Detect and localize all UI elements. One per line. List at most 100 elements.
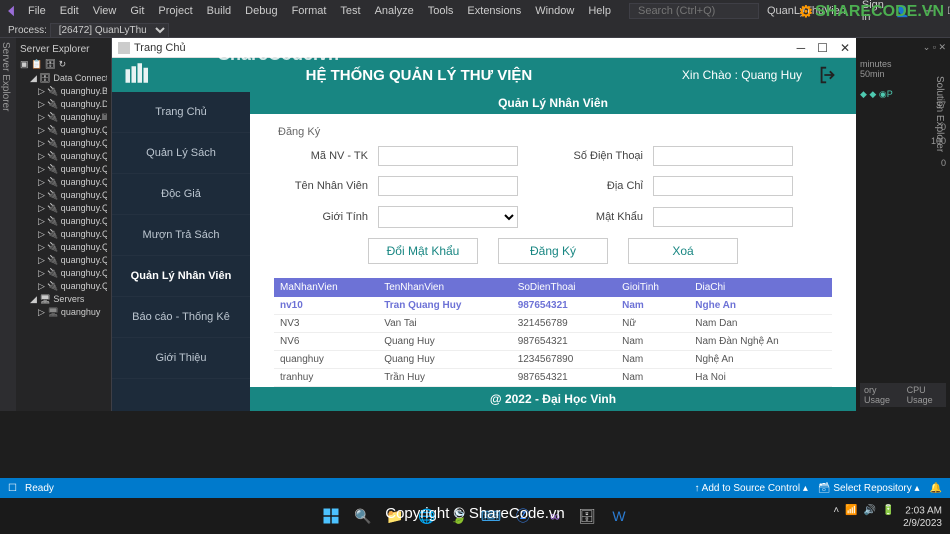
app-window-icon (118, 42, 130, 54)
table-header[interactable]: MaNhanVien (274, 278, 378, 297)
menu-test[interactable]: Test (334, 3, 366, 19)
menu-view[interactable]: View (87, 3, 123, 19)
menu-file[interactable]: File (22, 3, 52, 19)
vs-user-icon[interactable]: 👤 (896, 5, 910, 18)
start-button[interactable] (319, 504, 343, 528)
tree-item[interactable]: ▷ 🔌quanghuy.QLDeta (28, 124, 107, 137)
tree-item[interactable]: ▷ 🔌quanghuy.QLDeta (28, 137, 107, 150)
sidebar-item-4[interactable]: Quản Lý Nhân Viên (112, 256, 250, 297)
wifi-icon[interactable]: 📶 (845, 505, 857, 517)
menu-edit[interactable]: Edit (54, 3, 85, 19)
table-header[interactable]: TenNhanVien (378, 278, 512, 297)
input-sodt[interactable] (653, 146, 793, 166)
table-header[interactable]: DiaChi (689, 278, 832, 297)
menu-analyze[interactable]: Analyze (369, 3, 420, 19)
clock-time[interactable]: 2:03 AM (905, 506, 942, 517)
tray-chevron-icon[interactable]: ˄ (833, 505, 839, 517)
input-diachi[interactable] (653, 176, 793, 196)
table-header[interactable]: SoDienThoai (512, 278, 616, 297)
memory-cpu-tabs[interactable]: ory UsageCPU Usage (860, 383, 946, 407)
vscode-icon[interactable]: ⌨ (479, 504, 503, 528)
vs-maximize-button[interactable]: ☐ (946, 6, 950, 17)
input-manv[interactable] (378, 146, 518, 166)
tree-root-servers[interactable]: ◢ 🖥 Servers (20, 293, 107, 306)
tree-item[interactable]: ▷ 🔌quanghuy.QuanLy (28, 280, 107, 293)
input-tennv[interactable] (378, 176, 518, 196)
app-maximize-button[interactable]: ☐ (817, 41, 828, 55)
menu-window[interactable]: Window (529, 3, 580, 19)
visualstudio-icon[interactable]: ∞ (543, 504, 567, 528)
word-icon[interactable]: W (607, 504, 631, 528)
coccoc-icon[interactable]: 🍃 (447, 504, 471, 528)
menu-format[interactable]: Format (286, 3, 333, 19)
select-gioitinh[interactable] (378, 206, 518, 228)
tree-item[interactable]: ▷ 🔌quanghuy.QLThuv (28, 202, 107, 215)
menu-project[interactable]: Project (152, 3, 198, 19)
table-row[interactable]: NV6Quang Huy987654321NamNam Đàn Nghệ An (274, 333, 832, 351)
change-password-button[interactable]: Đổi Mật Khẩu (368, 238, 478, 264)
vs-search-input[interactable] (629, 3, 759, 19)
vs-signin-link[interactable]: Sign in (862, 0, 884, 23)
menu-debug[interactable]: Debug (239, 3, 283, 19)
battery-icon[interactable]: 🔋 (882, 505, 894, 517)
sidebar-item-6[interactable]: Giới Thiệu (112, 338, 250, 379)
table-row[interactable]: quanghuyQuang Huy1234567890NamNghệ An (274, 351, 832, 369)
add-source-control[interactable]: ↑ Add to Source Control ▴ (694, 483, 807, 494)
vs-process-bar: Process: [26472] QuanLyThu (0, 22, 950, 38)
label-matkhau: Mật Khẩu (553, 211, 643, 223)
tree-item[interactable]: ▷ 🔌quanghuy.QuanLy (28, 267, 107, 280)
volume-icon[interactable]: 🔊 (864, 505, 876, 517)
tree-item[interactable]: ▷ 🔌quanghuy.Books.c (28, 85, 107, 98)
table-header[interactable]: GioiTinh (616, 278, 689, 297)
tree-item[interactable]: ▷ 🔌quanghuy.Quanly (28, 228, 107, 241)
tree-title: Server Explorer (20, 42, 107, 57)
delete-button[interactable]: Xoá (628, 238, 738, 264)
table-row[interactable]: tranhuyTrần Huy987654321NamHa Noi (274, 369, 832, 387)
app-footer: @ 2022 - Đại Học Vinh (250, 387, 856, 411)
menu-tools[interactable]: Tools (422, 3, 460, 19)
sidebar-item-1[interactable]: Quản Lý Sách (112, 133, 250, 174)
app-title: HỆ THỐNG QUẢN LÝ THƯ VIỆN (156, 67, 682, 84)
search-icon[interactable]: 🔍 (351, 504, 375, 528)
tree-item[interactable]: ▷ 🔌quanghuy.DemoT (28, 98, 107, 111)
chrome-icon[interactable]: 🌐 (415, 504, 439, 528)
table-row[interactable]: nv10Tran Quang Huy987654321NamNghe An (274, 297, 832, 315)
server-explorer-tab[interactable]: Server Explorer (0, 38, 16, 411)
tree-item[interactable]: ▷ 🔌quanghuy.QLThiet (28, 176, 107, 189)
menu-build[interactable]: Build (201, 3, 237, 19)
tree-item[interactable]: ▷ 🔌quanghuy.library_ (28, 111, 107, 124)
vs-minimize-button[interactable]: ─ (924, 6, 936, 17)
sidebar-item-3[interactable]: Mượn Trả Sách (112, 215, 250, 256)
tree-item[interactable]: ▷ 🔌quanghuy.QuanLy (28, 254, 107, 267)
menu-extensions[interactable]: Extensions (461, 3, 527, 19)
windows-taskbar: 🔍 📁 🌐 🍃 ⌨ Ⓩ ∞ 🗄 W ˄ 📶 🔊 🔋 2:03 AM 2/9/20… (0, 498, 950, 534)
sqlserver-icon[interactable]: 🗄 (575, 504, 599, 528)
sidebar-item-2[interactable]: Độc Giả (112, 174, 250, 215)
notifications-icon[interactable]: 🔔 (930, 483, 942, 494)
label-manv: Mã NV - TK (278, 150, 368, 162)
employee-table[interactable]: MaNhanVienTenNhanVienSoDienThoaiGioiTinh… (274, 278, 832, 387)
table-row[interactable]: NV3Van Tai321456789NữNam Dan (274, 315, 832, 333)
menu-help[interactable]: Help (582, 3, 617, 19)
tree-item[interactable]: ▷ 🔌quanghuy.Quanly (28, 241, 107, 254)
zalo-icon[interactable]: Ⓩ (511, 504, 535, 528)
vs-process-select[interactable]: [26472] QuanLyThu (50, 23, 169, 38)
sidebar-item-0[interactable]: Trang Chủ (112, 92, 250, 133)
sidebar-item-5[interactable]: Báo cáo - Thống Kê (112, 297, 250, 338)
logout-button[interactable] (812, 62, 844, 88)
explorer-icon[interactable]: 📁 (383, 504, 407, 528)
app-close-button[interactable]: ✕ (840, 41, 850, 55)
tree-item[interactable]: ▷ 🔌quanghuy.QLTuye (28, 215, 107, 228)
tree-item[interactable]: ▷ 🔌quanghuy.QLThuc (28, 189, 107, 202)
server-explorer-panel: Server Explorer ▣ 📋 🗄 ↻ ◢ 🗄 Data Connect… (16, 38, 112, 411)
tree-server-node[interactable]: ▷ 🖥quanghuy (28, 306, 107, 319)
input-matkhau[interactable] (653, 207, 793, 227)
select-repository[interactable]: 🗃 Select Repository ▴ (818, 483, 920, 494)
tree-root-data[interactable]: ◢ 🗄 Data Connections (20, 72, 107, 85)
app-minimize-button[interactable]: ─ (797, 41, 806, 55)
solution-explorer-tab[interactable]: Solution Explorer (934, 76, 945, 152)
tree-item[interactable]: ▷ 🔌quanghuy.QLDien (28, 150, 107, 163)
register-button[interactable]: Đăng Ký (498, 238, 608, 264)
menu-git[interactable]: Git (124, 3, 150, 19)
tree-item[interactable]: ▷ 🔌quanghuy.QLSach (28, 163, 107, 176)
